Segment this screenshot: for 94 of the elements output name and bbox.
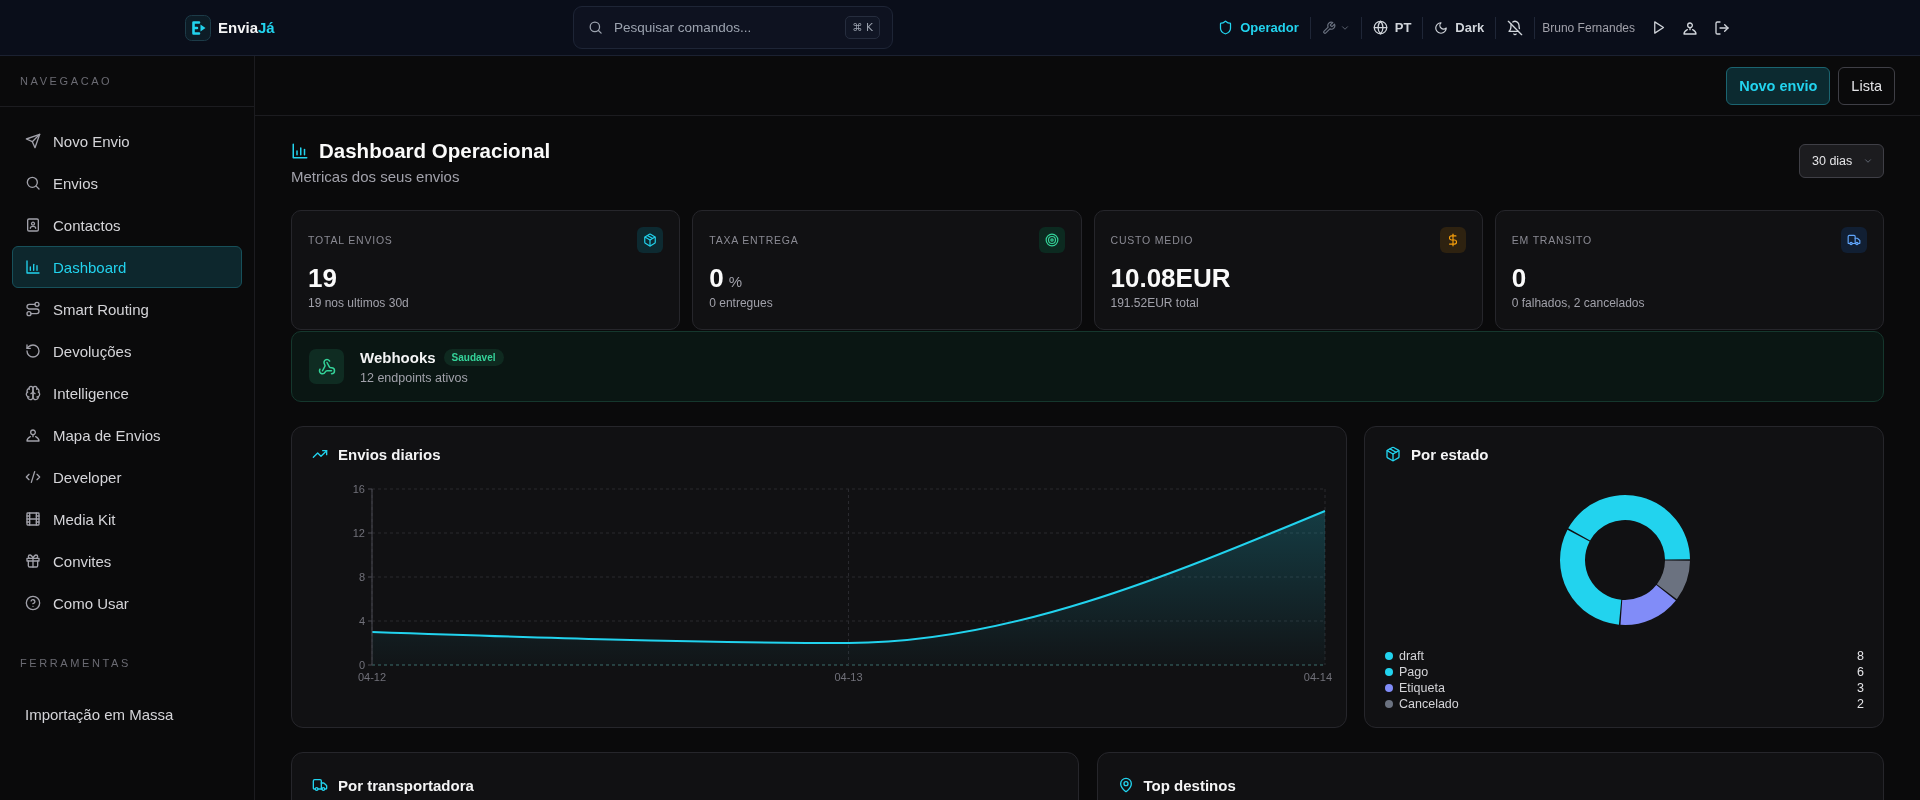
card-title: Por transportadora <box>338 776 474 794</box>
truck-icon <box>312 777 328 793</box>
x-tick-label: 04-12 <box>357 671 387 683</box>
search-icon <box>588 20 603 35</box>
moon-icon <box>1434 20 1449 35</box>
nav-item[interactable]: Dashboard <box>12 246 242 288</box>
stat-value: 19 <box>308 263 337 293</box>
user-name: Bruno Fernandes <box>1542 20 1635 35</box>
search-icon <box>25 175 41 191</box>
target-icon <box>1038 227 1065 253</box>
notifications-off-icon[interactable] <box>1507 19 1524 36</box>
role-button[interactable]: Operador <box>1212 16 1305 39</box>
bar-chart-icon <box>25 259 41 275</box>
stat-detail: 0 falhados, 2 cancelados <box>1511 296 1646 310</box>
globe-icon <box>1372 20 1388 35</box>
legend-label: draft <box>1399 649 1424 663</box>
play-icon[interactable] <box>1651 20 1666 35</box>
y-tick-label: 16 <box>352 483 365 495</box>
webhooks-detail: 12 endpoints ativos <box>360 370 469 385</box>
nav-item[interactable]: Developer <box>12 456 242 498</box>
wrench-icon <box>1321 20 1336 35</box>
section-title: NAVEGACAO <box>20 75 113 87</box>
contact-card-icon <box>25 217 41 233</box>
webhooks-title: Webhooks <box>360 348 436 366</box>
x-tick-label: 04-13 <box>834 671 863 683</box>
status-badge: Saudavel <box>443 348 504 366</box>
dollar-icon <box>1439 227 1466 253</box>
page-subtitle: Metricas dos seus envios <box>291 168 461 186</box>
nav-item[interactable]: Mapa de Envios <box>12 414 242 456</box>
stat-label: TAXA ENTREGA <box>709 234 799 246</box>
nav-item[interactable]: Envios <box>12 162 242 204</box>
theme-button[interactable]: Dark <box>1428 16 1491 39</box>
nav-item[interactable]: Smart Routing <box>12 288 242 330</box>
stat-value: 0 <box>709 263 724 293</box>
package-icon <box>637 227 664 253</box>
stat-detail: 0 entregues <box>709 296 774 310</box>
film-icon <box>25 511 41 527</box>
card-title: Por estado <box>1411 445 1489 463</box>
webhook-icon <box>309 349 344 384</box>
stat-value: 0 <box>1511 263 1527 293</box>
period-select[interactable]: 30 dias <box>1799 144 1884 178</box>
card-title: Top destinos <box>1143 776 1236 794</box>
card-title: Envios diarios <box>338 445 441 463</box>
undo-icon <box>25 343 41 359</box>
legend-value: 8 <box>1857 649 1864 663</box>
nav-item[interactable]: Contactos <box>12 204 242 246</box>
package-icon <box>1385 446 1401 462</box>
list-button[interactable]: Lista <box>1838 66 1895 105</box>
legend-label: Pago <box>1399 665 1429 679</box>
language-button[interactable]: PT <box>1366 16 1418 39</box>
stat-unit: % <box>728 273 743 290</box>
stat-label: TOTAL ENVIOS <box>308 234 393 246</box>
chevron-down-icon <box>1863 156 1873 166</box>
help-icon <box>25 595 41 611</box>
y-tick-label: 0 <box>358 659 365 671</box>
stat-label: CUSTO MEDIO <box>1110 234 1194 246</box>
new-shipment-button[interactable]: Novo envio <box>1726 66 1831 105</box>
y-tick-label: 8 <box>358 571 365 583</box>
logo-icon[interactable] <box>185 14 211 41</box>
stat-value: 10.08EUR <box>1110 263 1231 293</box>
code-icon <box>25 469 41 485</box>
nav-item[interactable]: Novo Envio <box>12 120 242 162</box>
nav-item[interactable]: Como Usar <box>12 582 242 624</box>
brain-icon <box>25 385 41 401</box>
stat-label: EM TRANSITO <box>1511 234 1592 246</box>
logout-icon[interactable] <box>1714 19 1730 36</box>
user-pin-icon <box>25 427 41 443</box>
legend-value: 6 <box>1857 665 1864 679</box>
x-tick-label: 04-14 <box>1303 671 1332 683</box>
shortcut-key: ⌘ K <box>845 16 880 39</box>
brand-name[interactable]: EnviaJá <box>218 19 275 36</box>
section-title: FERRAMENTAS <box>20 657 131 669</box>
legend-label: Etiqueta <box>1399 681 1445 695</box>
shield-icon <box>1218 20 1234 35</box>
page-title: Dashboard Operacional <box>319 139 551 163</box>
send-icon <box>25 133 41 149</box>
stat-detail: 191.52EUR total <box>1110 296 1200 310</box>
nav-item[interactable]: Importação em Massa <box>12 693 242 735</box>
legend-label: Cancelado <box>1399 697 1459 711</box>
legend-value: 2 <box>1857 697 1864 711</box>
nav-item[interactable]: Intelligence <box>12 372 242 414</box>
user-pin-icon[interactable] <box>1682 19 1698 36</box>
truck-icon <box>1841 227 1867 253</box>
gift-icon <box>25 553 41 569</box>
bar-chart-icon <box>291 142 309 160</box>
map-pin-icon <box>1117 777 1134 793</box>
stat-detail: 19 nos ultimos 30d <box>308 296 410 310</box>
nav-item[interactable]: Devoluções <box>12 330 242 372</box>
y-tick-label: 4 <box>358 615 365 627</box>
nav-item[interactable]: Convites <box>12 540 242 582</box>
route-icon <box>25 301 41 317</box>
y-tick-label: 12 <box>352 527 365 539</box>
nav-item[interactable]: Media Kit <box>12 498 242 540</box>
legend-value: 3 <box>1857 681 1864 695</box>
